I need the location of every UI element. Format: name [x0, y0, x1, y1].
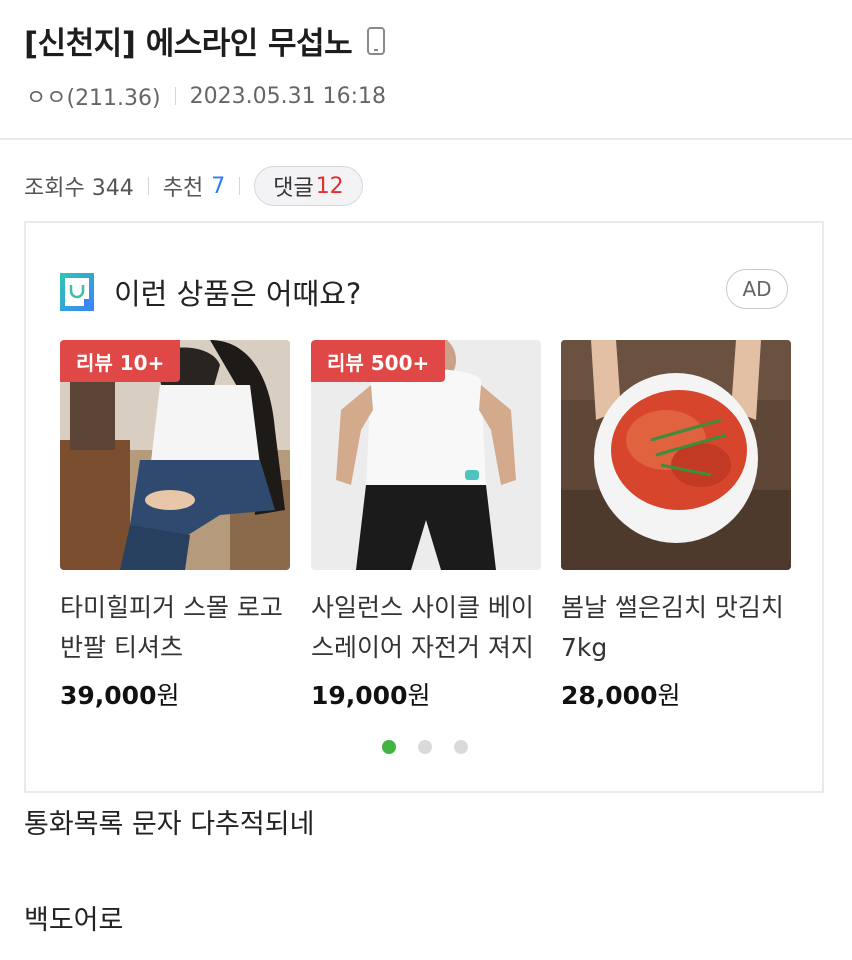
product-image[interactable] — [561, 340, 791, 570]
pagination-dot[interactable] — [454, 740, 468, 754]
shopping-bag-icon — [60, 273, 94, 311]
product-name[interactable]: 타미힐피거 스몰 로고 반팔 티셔츠 — [60, 588, 290, 668]
pagination-dot-active[interactable] — [382, 740, 396, 754]
post-date: 2023.05.31 16:18 — [189, 83, 386, 109]
price-unit: 원 — [156, 681, 180, 710]
carousel-pagination — [382, 740, 490, 754]
ad-heading: 이런 상품은 어때요? — [114, 277, 362, 311]
product-name[interactable]: 봄날 썰은김치 맛김치 7kg — [561, 588, 791, 668]
review-badge: 리뷰 10+ — [60, 340, 181, 382]
product-name[interactable]: 사일런스 사이클 베이스레이어 자전거 져지 — [311, 588, 541, 668]
price-value: 28,000 — [561, 681, 658, 710]
pagination-dot[interactable] — [418, 740, 432, 754]
header-divider — [0, 138, 852, 140]
product-price: 19,000원 — [311, 676, 541, 712]
post-body-line: 백도어로 — [24, 905, 124, 936]
product-price: 39,000원 — [60, 676, 290, 712]
divider — [174, 87, 176, 105]
price-value: 39,000 — [60, 681, 157, 710]
post-title-row: [신천지] 에스라인 무섭노 — [24, 18, 386, 63]
ad-header: 이런 상품은 어때요? — [60, 271, 361, 313]
divider — [147, 177, 149, 195]
divider — [239, 177, 241, 195]
post-stats: 조회수 344 추천 7 댓글 12 — [24, 166, 363, 206]
product-image[interactable]: 리뷰 500+ — [311, 340, 541, 570]
price-unit: 원 — [657, 681, 681, 710]
post-body-line: 통화목록 문자 다추적되네 — [24, 809, 315, 840]
product-price: 28,000원 — [561, 676, 791, 712]
post-title: [신천지] 에스라인 무섭노 — [24, 26, 353, 62]
comment-count: 12 — [315, 173, 344, 199]
recommend-count: 7 — [211, 173, 226, 199]
author-name[interactable]: ㅇㅇ(211.36) — [26, 80, 161, 112]
mobile-phone-icon — [367, 26, 386, 55]
product-image[interactable]: 리뷰 10+ — [60, 340, 290, 570]
recommend-label: 추천 — [162, 176, 204, 201]
post-meta: ㅇㅇ(211.36) 2023.05.31 16:18 — [26, 80, 386, 112]
ad-recommendation-box: 이런 상품은 어때요? AD 리뷰 10+ 타미힐피거 스몰 로고 반팔 티셔츠… — [24, 221, 824, 793]
price-value: 19,000 — [311, 681, 408, 710]
comment-button[interactable]: 댓글 12 — [254, 166, 363, 206]
product-card[interactable]: 봄날 썰은김치 맛김치 7kg 28,000원 — [561, 340, 791, 712]
comment-label: 댓글 — [273, 176, 314, 201]
ad-badge[interactable]: AD — [726, 269, 788, 309]
review-badge: 리뷰 500+ — [311, 340, 446, 382]
price-unit: 원 — [407, 681, 431, 710]
product-card[interactable]: 리뷰 10+ 타미힐피거 스몰 로고 반팔 티셔츠 39,000원 — [60, 340, 290, 712]
product-card[interactable]: 리뷰 500+ 사일런스 사이클 베이스레이어 자전거 져지 19,000원 — [311, 340, 541, 712]
view-count: 조회수 344 — [24, 176, 134, 201]
